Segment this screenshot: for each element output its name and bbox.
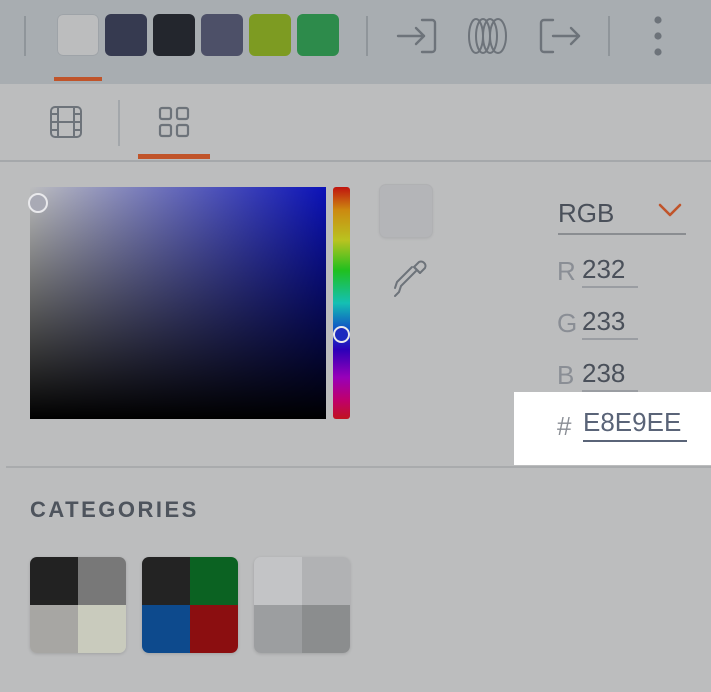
saturation-value-area[interactable] [30, 187, 326, 419]
palette-color-cell [30, 557, 78, 605]
sign-out-icon[interactable] [536, 12, 584, 60]
hue-slider-handle[interactable] [333, 326, 350, 343]
sign-in-icon[interactable] [392, 12, 440, 60]
palette-color-cell [142, 557, 190, 605]
green-channel-label: G [557, 308, 578, 338]
color-preview [380, 185, 432, 237]
more-vertical-icon[interactable] [634, 12, 682, 60]
rings-icon[interactable] [464, 12, 512, 60]
active-tab-indicator [138, 154, 210, 159]
hex-input[interactable]: E8E9EE [583, 408, 687, 442]
top-toolbar [0, 0, 711, 84]
palette-color-cell [78, 605, 126, 653]
palette-color-cell [254, 605, 302, 653]
section-divider [6, 466, 711, 468]
swatch-green[interactable] [297, 14, 339, 56]
chevron-down-icon [658, 203, 682, 217]
color-mode-select[interactable]: RGB [558, 192, 686, 235]
blue-channel-input[interactable]: 238 [582, 360, 638, 392]
palette-color-cell [190, 557, 238, 605]
hex-field-row: # E8E9EE [514, 392, 711, 465]
selected-swatch-indicator [54, 77, 102, 81]
palette-color-cell [254, 557, 302, 605]
palette-color-cell [30, 605, 78, 653]
eyedropper-icon[interactable] [388, 256, 432, 300]
saturation-value-handle[interactable] [28, 193, 48, 213]
category-palette-dark-gray[interactable] [30, 557, 126, 653]
blue-channel-label: B [557, 360, 575, 390]
palette-color-cell [302, 605, 350, 653]
hex-symbol: # [557, 411, 572, 441]
palette-color-cell [142, 605, 190, 653]
red-channel-input[interactable]: 232 [582, 256, 638, 288]
view-tabs [0, 84, 711, 162]
red-channel-label: R [557, 256, 576, 286]
category-palette-primary[interactable] [142, 557, 238, 653]
hue-slider[interactable] [333, 187, 350, 419]
categories-heading: CATEGORIES [30, 497, 199, 522]
grid-icon[interactable] [152, 100, 196, 144]
green-channel-input[interactable]: 233 [582, 308, 638, 340]
film-grid-icon[interactable] [44, 100, 88, 144]
palette-color-cell [78, 557, 126, 605]
swatch-olive[interactable] [249, 14, 291, 56]
toolbar-divider [608, 16, 610, 56]
tabs-divider [118, 100, 120, 146]
palette-color-cell [190, 605, 238, 653]
category-palette-light-gray[interactable] [254, 557, 350, 653]
swatch-charcoal[interactable] [153, 14, 195, 56]
toolbar-divider [24, 16, 26, 56]
swatch-slate[interactable] [201, 14, 243, 56]
swatch-light-gray[interactable] [57, 14, 99, 56]
color-mode-value: RGB [558, 198, 615, 228]
swatch-navy-gray[interactable] [105, 14, 147, 56]
palette-color-cell [302, 557, 350, 605]
toolbar-divider [366, 16, 368, 56]
